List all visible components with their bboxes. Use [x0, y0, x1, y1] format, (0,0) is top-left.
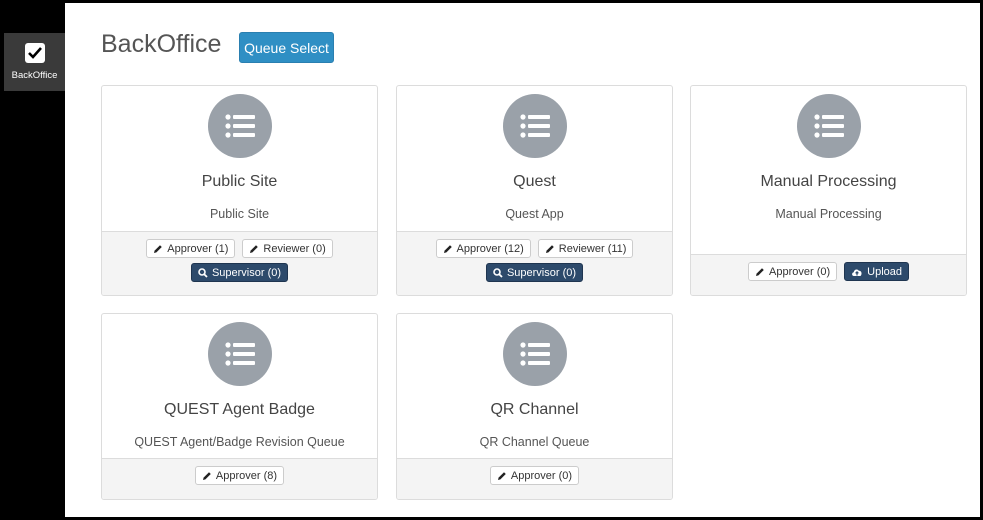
pencil-icon [497, 471, 507, 481]
queue-card-quest: Quest Quest App Approver (12) Reviewer (… [396, 85, 673, 296]
search-icon [493, 267, 503, 278]
pencil-icon [443, 244, 453, 254]
app-window: BackOffice BackOffice Queue Select Publi… [0, 0, 983, 520]
card-subtitle: QUEST Agent/Badge Revision Queue [134, 435, 345, 449]
approver-label: Approver (8) [215, 469, 278, 482]
search-icon [198, 267, 208, 278]
supervisor-label: Supervisor (0) [211, 266, 282, 279]
approver-label: Approver (12) [456, 242, 524, 255]
approver-button[interactable]: Approver (12) [435, 239, 531, 258]
approver-label: Approver (1) [167, 242, 229, 255]
pencil-icon [202, 471, 212, 481]
sidebar-item-backoffice[interactable]: BackOffice [4, 33, 65, 91]
queue-card-quest-agent-badge: QUEST Agent Badge QUEST Agent/Badge Revi… [101, 313, 378, 500]
approver-label: Approver (0) [769, 265, 831, 278]
supervisor-button[interactable]: Supervisor (0) [485, 263, 584, 282]
supervisor-label: Supervisor (0) [506, 266, 577, 279]
list-icon [502, 322, 567, 386]
card-subtitle: Manual Processing [775, 207, 882, 221]
pencil-icon [545, 244, 555, 254]
list-icon [207, 94, 272, 158]
reviewer-button[interactable]: Reviewer (11) [537, 239, 634, 258]
card-title: Public Site [201, 173, 278, 190]
cloud-upload-icon [851, 267, 863, 277]
approver-button[interactable]: Approver (1) [146, 239, 236, 258]
reviewer-label: Reviewer (0) [263, 242, 326, 255]
list-icon [502, 94, 567, 158]
approver-button[interactable]: Approver (0) [489, 466, 580, 485]
approver-button[interactable]: Approver (8) [194, 466, 285, 485]
pencil-icon [249, 244, 259, 254]
queue-card-manual-processing: Manual Processing Manual Processing Appr… [690, 85, 967, 296]
card-title: QUEST Agent Badge [164, 401, 315, 418]
card-title: Manual Processing [760, 173, 897, 190]
queue-card-qr-channel: QR Channel QR Channel Queue Approver (0) [396, 313, 673, 500]
list-icon [796, 94, 861, 158]
sidebar-item-label: BackOffice [11, 70, 58, 81]
queue-card-public-site: Public Site Public Site Approver (1) Rev… [101, 85, 378, 296]
upload-label: Upload [867, 265, 902, 278]
card-subtitle: Quest App [505, 207, 564, 221]
reviewer-label: Reviewer (11) [558, 242, 627, 255]
list-icon [207, 322, 272, 386]
card-subtitle: Public Site [209, 207, 270, 221]
upload-button[interactable]: Upload [844, 262, 909, 281]
card-title: Quest [513, 173, 556, 190]
approver-label: Approver (0) [510, 469, 573, 482]
page-title: BackOffice [101, 30, 222, 58]
reviewer-button[interactable]: Reviewer (0) [242, 239, 333, 258]
queue-select-button[interactable]: Queue Select [239, 32, 334, 63]
card-subtitle: QR Channel Queue [479, 435, 590, 449]
pencil-icon [755, 267, 765, 277]
pencil-icon [153, 244, 163, 254]
approver-button[interactable]: Approver (0) [748, 262, 838, 281]
supervisor-button[interactable]: Supervisor (0) [190, 263, 289, 282]
sidebar: BackOffice [3, 3, 65, 517]
checkbox-icon [24, 43, 45, 63]
card-title: QR Channel [490, 401, 579, 418]
